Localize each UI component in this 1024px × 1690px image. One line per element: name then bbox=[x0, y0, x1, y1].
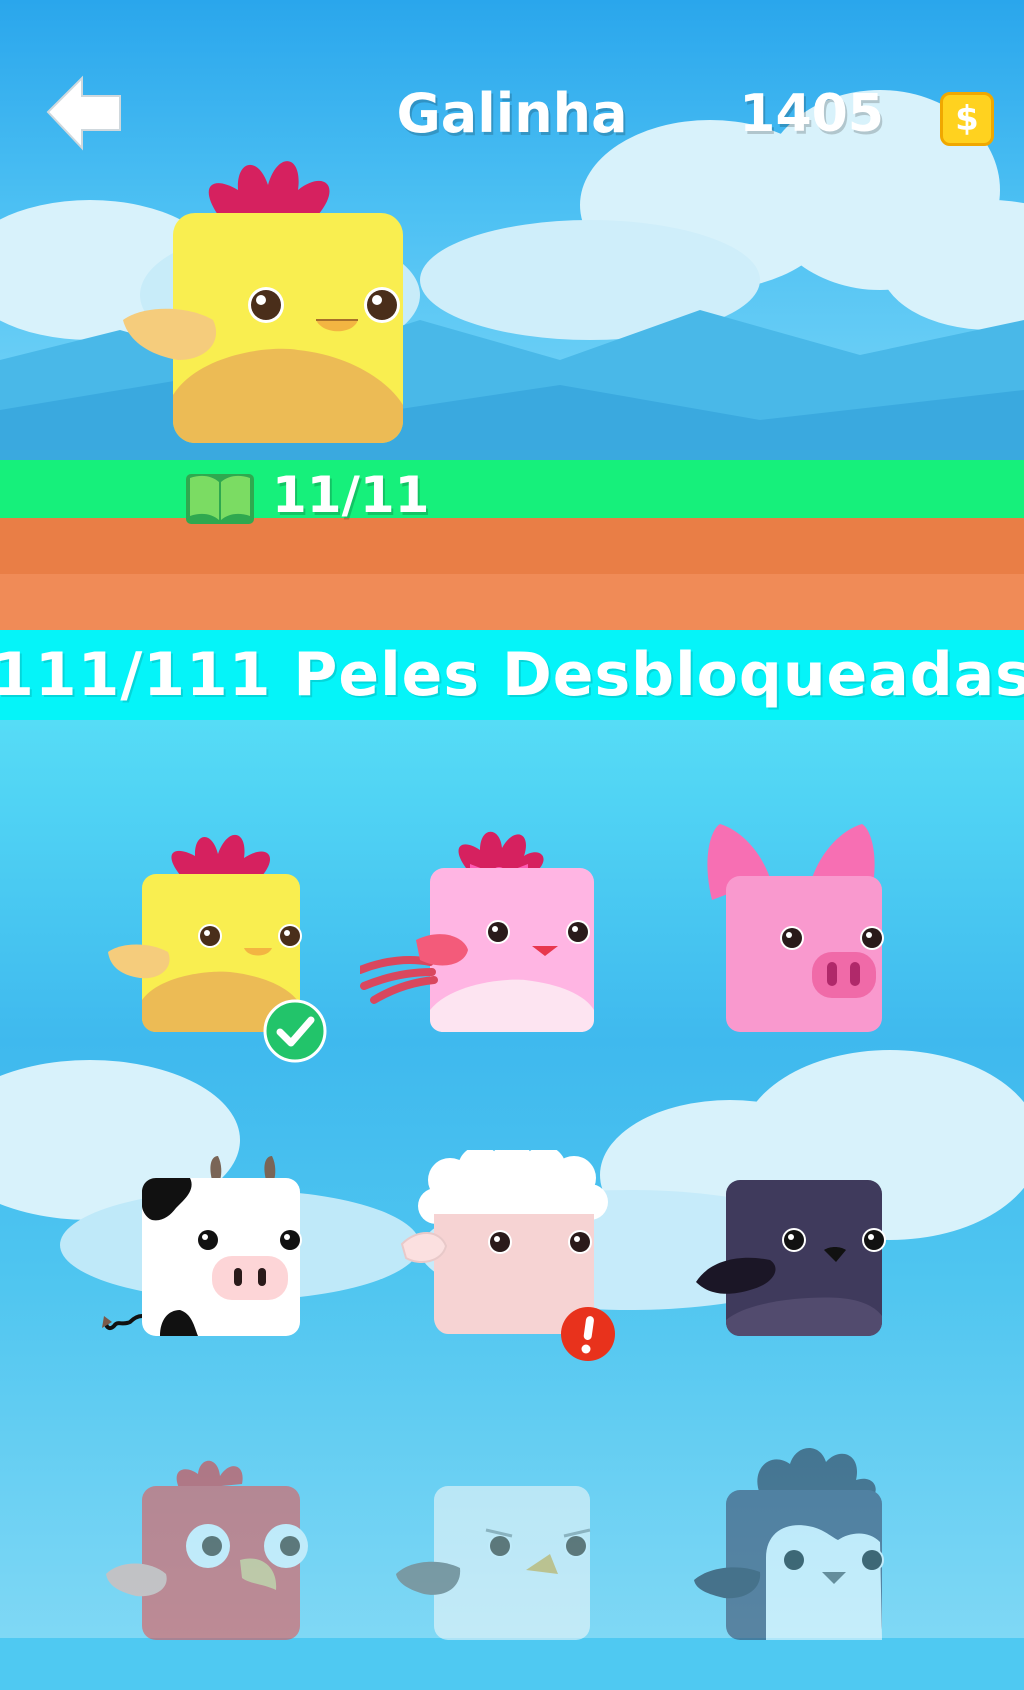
book-icon bbox=[186, 474, 254, 524]
unlock-banner: 111/111 Peles Desbloqueadas bbox=[0, 630, 1024, 720]
coin-balance: 1405 bbox=[739, 84, 884, 144]
preview-scene bbox=[0, 0, 1024, 460]
parrot-icon bbox=[106, 1460, 308, 1640]
cow-icon bbox=[102, 1156, 302, 1336]
selected-check-icon bbox=[263, 999, 327, 1063]
crow-icon bbox=[696, 1180, 886, 1336]
collection-progress: 11/11 bbox=[272, 466, 430, 524]
skin-sheep[interactable] bbox=[400, 1142, 620, 1390]
coin-icon: $ bbox=[940, 92, 994, 146]
alert-icon bbox=[561, 1307, 615, 1361]
skin-cow[interactable] bbox=[100, 1150, 320, 1390]
skin-chicken[interactable] bbox=[100, 820, 327, 1063]
skin-pig[interactable] bbox=[700, 820, 920, 1060]
eagle-icon bbox=[396, 1486, 591, 1640]
skin-crow[interactable] bbox=[690, 1150, 910, 1390]
ground-dirt bbox=[0, 518, 1024, 574]
pink-bird-icon bbox=[356, 831, 594, 1032]
ground-dirt bbox=[0, 574, 1024, 630]
penguin-icon bbox=[694, 1447, 884, 1640]
ground-grass bbox=[0, 460, 1024, 518]
skin-pink-bird[interactable] bbox=[356, 820, 594, 1060]
unlocked-skins-count: 111/111 Peles Desbloqueadas bbox=[0, 640, 1024, 710]
skin-eagle[interactable] bbox=[390, 1450, 610, 1690]
skin-parrot[interactable] bbox=[100, 1450, 320, 1690]
preview-chicken-character bbox=[123, 161, 403, 443]
skin-penguin[interactable] bbox=[690, 1440, 910, 1680]
pig-icon bbox=[707, 824, 884, 1032]
